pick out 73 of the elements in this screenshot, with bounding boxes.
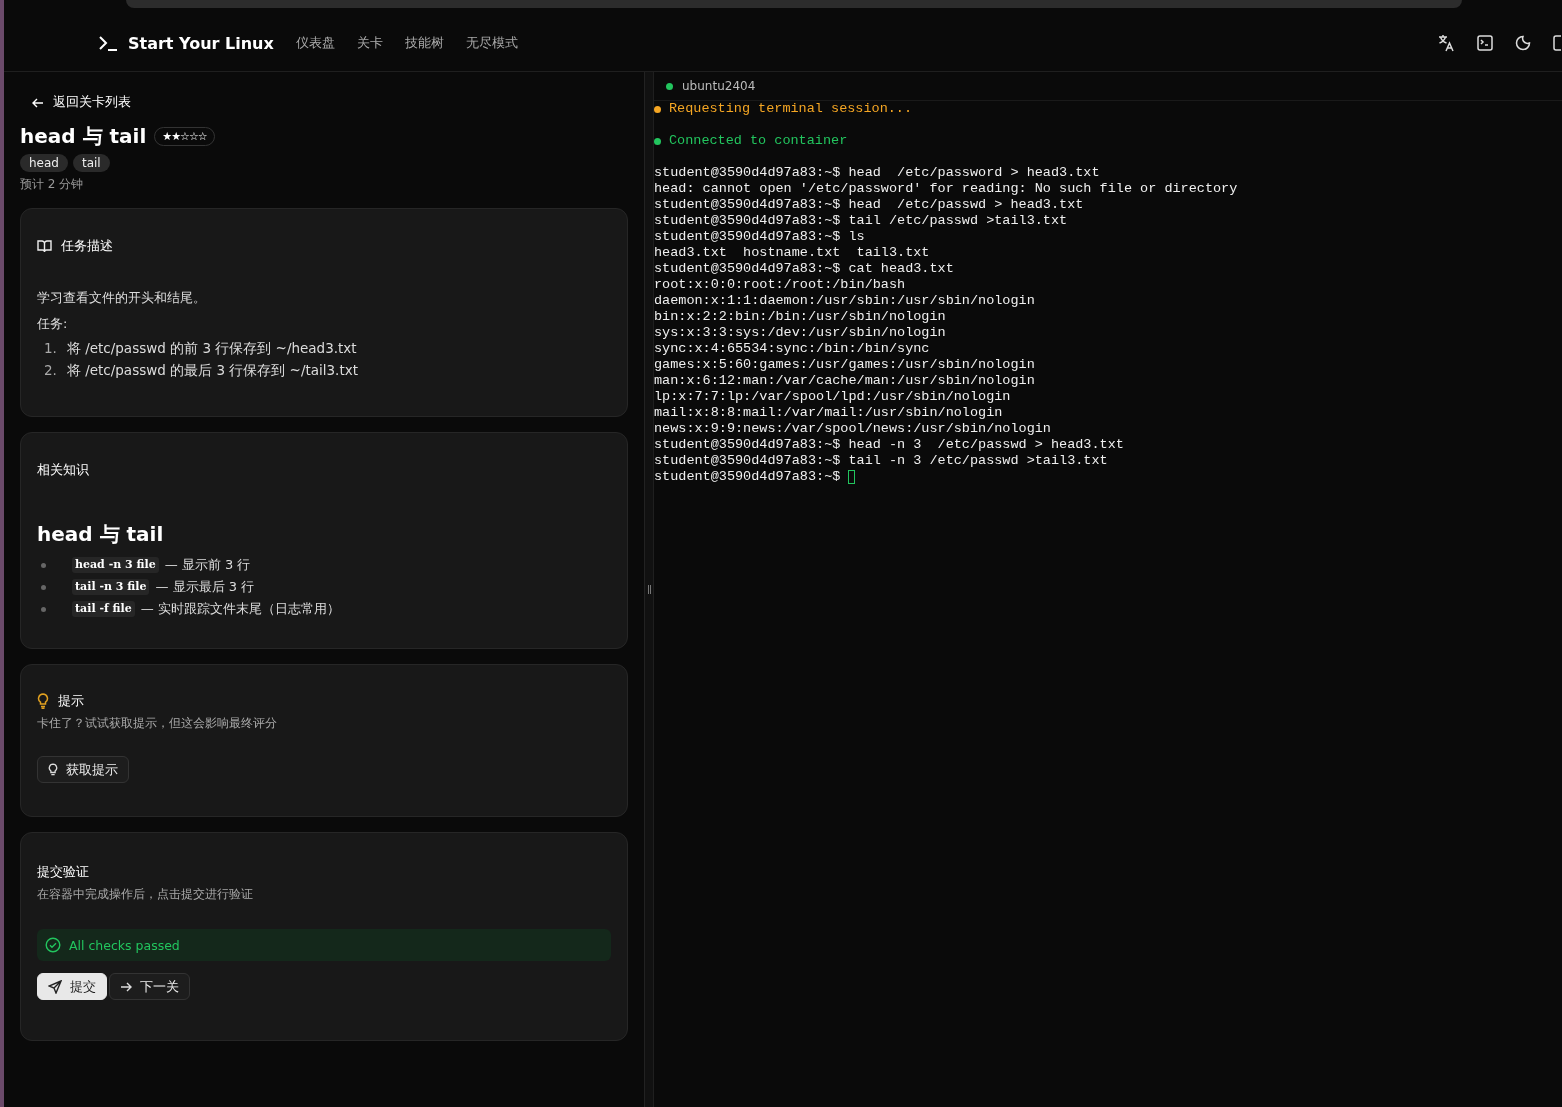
code-snippet: head -n 3 file	[72, 557, 159, 573]
tag: tail	[72, 154, 110, 172]
card-heading: 相关知识	[37, 461, 90, 479]
back-arrow-icon	[32, 96, 44, 109]
card-heading: 任务描述	[61, 237, 113, 255]
terminal-line: man:x:6:12:man:/var/cache/man:/usr/sbin/nologin	[654, 373, 1035, 389]
bullet-icon	[41, 606, 46, 612]
knowledge-text: — 显示前 3 行	[164, 556, 251, 574]
resize-handle[interactable]	[647, 585, 651, 594]
book-icon	[37, 239, 52, 253]
nav-link[interactable]: 仪表盘	[295, 34, 335, 52]
terminal-line: news:x:9:9:news:/var/spool/news:/usr/sbin/nologin	[654, 421, 1051, 437]
host-name: ubuntu2404	[682, 79, 756, 93]
terminal-icon[interactable]	[1477, 35, 1493, 51]
terminal-line: student@3590d4d97a83:~$ tail /etc/passwd >tail3.txt	[654, 213, 1068, 229]
nav-link[interactable]: 技能树	[404, 34, 444, 52]
knowledge-text: — 显示最后 3 行	[155, 578, 255, 596]
terminal-line: student@3590d4d97a83:~$ cat head3.txt	[654, 261, 954, 277]
terminal-line: student@3590d4d97a83:~$	[654, 469, 841, 485]
task-step: 将 /etc/passwd 的最后 3 行保存到 ~/tail3.txt	[66, 359, 358, 381]
knowledge-text: — 实时跟踪文件末尾（日志常用）	[140, 600, 340, 618]
arrow-right-icon	[120, 980, 132, 993]
terminal-line: root:x:0:0:root:/root:/bin/bash	[654, 277, 906, 293]
code-snippet: tail -n 3 file	[72, 579, 150, 595]
terminal-line: sync:x:4:65534:sync:/bin:/bin/sync	[654, 341, 930, 357]
nav-link[interactable]: 无尽模式	[465, 34, 518, 52]
send-icon	[48, 979, 62, 994]
result-text: All checks passed	[69, 937, 180, 953]
lightbulb-icon	[37, 693, 49, 709]
terminal-line: Connected to container	[669, 133, 848, 149]
code-snippet: tail -f file	[72, 601, 135, 617]
terminal-line: student@3590d4d97a83:~$ head /etc/password > head3.txt	[654, 165, 1100, 181]
time-estimate: 预计 2 分钟	[20, 176, 85, 193]
get-hint-button[interactable]: 获取提示	[37, 756, 129, 783]
task-step: 将 /etc/passwd 的前 3 行保存到 ~/head3.txt	[66, 337, 357, 359]
bullet-icon	[41, 584, 46, 590]
next-level-button[interactable]: 下一关	[109, 973, 190, 1000]
tag: head	[20, 154, 68, 172]
terminal-line: student@3590d4d97a83:~$ head /etc/passwd > head3.txt	[654, 197, 1084, 213]
moon-icon[interactable]	[1515, 35, 1531, 51]
logout-icon[interactable]	[1553, 35, 1562, 51]
translate-icon[interactable]	[1437, 34, 1455, 52]
bullet-icon	[41, 562, 46, 568]
lightbulb-icon	[48, 762, 58, 777]
step-number: 1.	[44, 339, 57, 358]
check-circle-icon	[45, 937, 61, 953]
terminal-line: student@3590d4d97a83:~$ head -n 3 /etc/passwd > head3.txt	[654, 437, 1124, 453]
card-heading: 提交验证	[37, 863, 90, 881]
terminal-line: Requesting terminal session...	[669, 101, 913, 117]
terminal-line: student@3590d4d97a83:~$ tail -n 3 /etc/passwd >tail3.txt	[654, 453, 1108, 469]
terminal-line: student@3590d4d97a83:~$ ls	[654, 229, 865, 245]
status-dot	[666, 82, 673, 90]
step-number: 2.	[44, 361, 57, 380]
submit-description: 在容器中完成操作后，点击提交进行验证	[37, 887, 254, 902]
terminal-line: head: cannot open '/etc/password' for reading: No such file or directory	[654, 181, 1238, 197]
terminal-line: bin:x:2:2:bin:/bin:/usr/sbin/nologin	[654, 309, 946, 325]
hint-description: 卡住了？试试获取提示，但这会影响最终评分	[37, 716, 278, 731]
task-label: 任务:	[37, 315, 69, 333]
terminal-line: sys:x:3:3:sys:/dev:/usr/sbin/nologin	[654, 325, 946, 341]
card-heading: 提示	[58, 692, 84, 710]
knowledge-title: head 与 tail	[37, 521, 165, 548]
submit-button[interactable]: 提交	[37, 973, 107, 1000]
terminal-line: games:x:5:60:games:/usr/games:/usr/sbin/nologin	[654, 357, 1035, 373]
terminal-line: lp:x:7:7:lp:/var/spool/lpd:/usr/sbin/nologin	[654, 389, 1011, 405]
app-title[interactable]: Start Your Linux	[128, 33, 274, 53]
task-intro: 学习查看文件的开头和结尾。	[37, 289, 207, 307]
terminal-line: daemon:x:1:1:daemon:/usr/sbin:/usr/sbin/nologin	[654, 293, 1035, 309]
level-title: head 与 tail	[20, 123, 147, 150]
terminal-prompt-icon	[98, 35, 118, 51]
terminal-line: head3.txt hostname.txt tail3.txt	[654, 245, 930, 261]
terminal-line: mail:x:8:8:mail:/var/mail:/usr/sbin/nologin	[654, 405, 1003, 421]
back-link[interactable]: 返回关卡列表	[32, 94, 628, 111]
nav-link[interactable]: 关卡	[356, 34, 383, 52]
